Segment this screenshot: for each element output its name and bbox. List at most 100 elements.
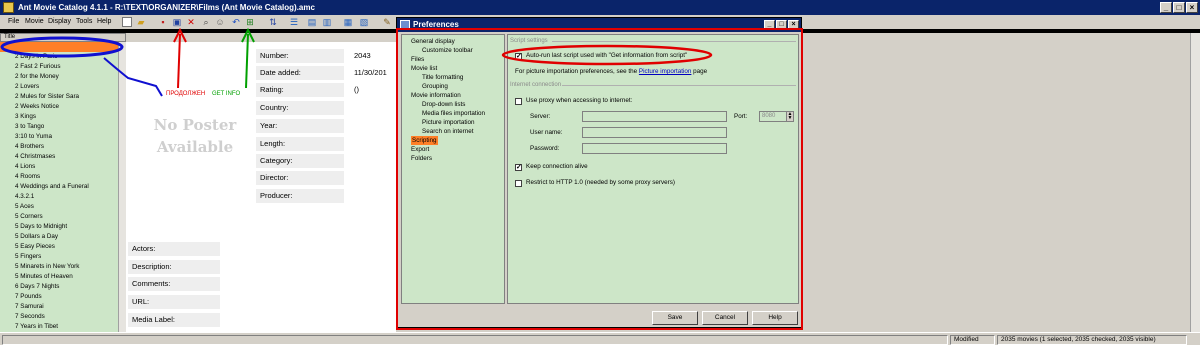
movie-list[interactable]: 2 Days in Paris 2 Fast 2 Furious 2 for the… (0, 42, 118, 332)
list-item[interactable]: 7 Pounds (0, 292, 118, 302)
list-item[interactable]: 4.3.2.1 (0, 192, 118, 202)
list-item[interactable]: 2 Days in Paris (0, 52, 118, 62)
port-spin-icon[interactable]: ▲ ▼ (786, 111, 794, 122)
get-info-icon[interactable]: ⊞ (245, 17, 255, 27)
list-item[interactable]: 4 Brothers (0, 142, 118, 152)
http10-checkbox[interactable] (515, 180, 522, 187)
app-icon (3, 2, 14, 13)
list-scrollbar[interactable] (118, 42, 126, 332)
list-item[interactable]: 4 Lions (0, 162, 118, 172)
group-icon[interactable]: ☰ (289, 17, 299, 27)
list-item[interactable]: 2 Weeks Notice (0, 102, 118, 112)
list-item[interactable]: 2 Lovers (0, 82, 118, 92)
preferences-tree[interactable]: General display Customize toolbar Files Mov… (401, 34, 505, 304)
tree-node[interactable]: Picture importation (422, 118, 475, 127)
keep-alive-checkbox[interactable]: ✓ (515, 164, 522, 171)
save-button[interactable]: Save (652, 311, 698, 325)
list-item[interactable]: 5 Dollars a Day (0, 232, 118, 242)
tree-node[interactable]: Search on internet (422, 127, 473, 136)
list-column-header[interactable]: Title (0, 33, 126, 42)
list-item[interactable]: 3 to Tango (0, 122, 118, 132)
server-input[interactable] (582, 111, 727, 122)
keep-alive-label[interactable]: Keep connection alive (526, 163, 588, 171)
use-proxy-label[interactable]: Use proxy when accessing to internet: (526, 97, 632, 105)
grid-view-icon[interactable]: ▦ (343, 17, 353, 27)
list-item[interactable]: 2 Fast 2 Furious (0, 62, 118, 72)
help-button[interactable]: Help (752, 311, 798, 325)
menu-movie[interactable]: Movie (25, 17, 44, 27)
list-item[interactable]: 3 Kings (0, 112, 118, 122)
tree-node[interactable]: Scripting (411, 136, 438, 145)
tree-node[interactable]: Title formatting (422, 73, 463, 82)
list-item[interactable]: 2 Mules for Sister Sara (0, 92, 118, 102)
main-scrollbar[interactable] (1190, 33, 1200, 332)
use-proxy-checkbox[interactable] (515, 98, 522, 105)
list-item[interactable]: 5 Corners (0, 212, 118, 222)
statistics-icon[interactable]: ▥ (322, 17, 332, 27)
undo-icon[interactable]: ↶ (231, 17, 241, 27)
menu-file[interactable]: File (8, 17, 19, 27)
list-item[interactable]: 6 Days 7 Nights (0, 282, 118, 292)
comments-label: Comments: (128, 277, 220, 291)
tree-node[interactable]: Export (411, 145, 429, 154)
tree-node[interactable]: Movie list (411, 64, 437, 73)
minimize-button[interactable]: _ (1160, 2, 1172, 13)
dialog-maximize-button[interactable]: □ (776, 20, 787, 30)
new-file-icon[interactable] (122, 17, 132, 27)
add-movie-icon[interactable]: ▣ (172, 17, 182, 27)
autorun-checkbox[interactable]: ✓ (515, 53, 522, 60)
tree-node[interactable]: Media files importation (422, 109, 485, 118)
list-item[interactable]: 5 Days to Midnight (0, 222, 118, 232)
list-item[interactable]: 2 for the Money (0, 72, 118, 82)
list-item-selected[interactable] (0, 42, 118, 52)
password-input[interactable] (582, 143, 727, 154)
dialog-minimize-button[interactable]: _ (764, 20, 775, 30)
people-icon[interactable]: ☺ (215, 17, 225, 27)
menu-display[interactable]: Display (48, 17, 71, 27)
close-button[interactable]: × (1186, 2, 1198, 13)
dialog-close-button[interactable]: × (788, 20, 799, 30)
list-item[interactable]: 7 Years in Tibet (0, 322, 118, 332)
status-modified: Modified (950, 335, 995, 345)
tree-node[interactable]: Customize toolbar (422, 46, 473, 55)
number-value[interactable]: 2043 (354, 49, 396, 63)
sort-icon[interactable]: ⇅ (268, 17, 278, 27)
maximize-button[interactable]: □ (1173, 2, 1185, 13)
tree-node[interactable]: Files (411, 55, 424, 64)
list-item[interactable]: 5 Minutes of Heaven (0, 272, 118, 282)
menu-tools[interactable]: Tools (76, 17, 92, 27)
picture-importation-link[interactable]: Picture importation (639, 68, 692, 75)
list-item[interactable]: 4 Rooms (0, 172, 118, 182)
autorun-label[interactable]: Auto-run last script used with "Get info… (526, 52, 687, 60)
picture-note-prefix: For picture importation preferences, see… (515, 68, 638, 75)
date-added-value[interactable]: 11/30/201 (354, 66, 396, 80)
list-item[interactable]: 5 Fingers (0, 252, 118, 262)
list-item[interactable]: 5 Aces (0, 202, 118, 212)
menu-help[interactable]: Help (97, 17, 111, 27)
layout-icon[interactable]: ▧ (359, 17, 369, 27)
list-item[interactable]: 3:10 to Yuma (0, 132, 118, 142)
list-item[interactable]: 5 Minarets in New York (0, 262, 118, 272)
tree-node[interactable]: Drop-down lists (422, 100, 465, 109)
find-icon[interactable]: ⌕ (201, 17, 211, 27)
tree-node[interactable]: Grouping (422, 82, 448, 91)
username-input[interactable] (582, 127, 727, 138)
http10-label[interactable]: Restrict to HTTP 1.0 (needed by some pro… (526, 179, 675, 187)
port-input[interactable]: 8080 (759, 111, 787, 122)
picture-icon[interactable]: ▤ (307, 17, 317, 27)
tree-node[interactable]: General display (411, 37, 455, 46)
tree-node[interactable]: Folders (411, 154, 432, 163)
list-item[interactable]: 7 Samurai (0, 302, 118, 312)
delete-icon[interactable]: ✕ (186, 17, 196, 27)
list-item[interactable]: 4 Weddings and a Funeral (0, 182, 118, 192)
rating-value[interactable]: () (354, 83, 396, 97)
edit-icon[interactable]: ✎ (382, 17, 392, 27)
username-label: User name: (530, 129, 563, 136)
save-icon[interactable]: ▪ (158, 17, 168, 27)
list-item[interactable]: 5 Easy Pieces (0, 242, 118, 252)
list-item[interactable]: 7 Seconds (0, 312, 118, 322)
open-folder-icon[interactable]: ▰ (136, 17, 146, 27)
list-item[interactable]: 4 Christmases (0, 152, 118, 162)
cancel-button[interactable]: Cancel (702, 311, 748, 325)
tree-node[interactable]: Movie information (411, 91, 461, 100)
